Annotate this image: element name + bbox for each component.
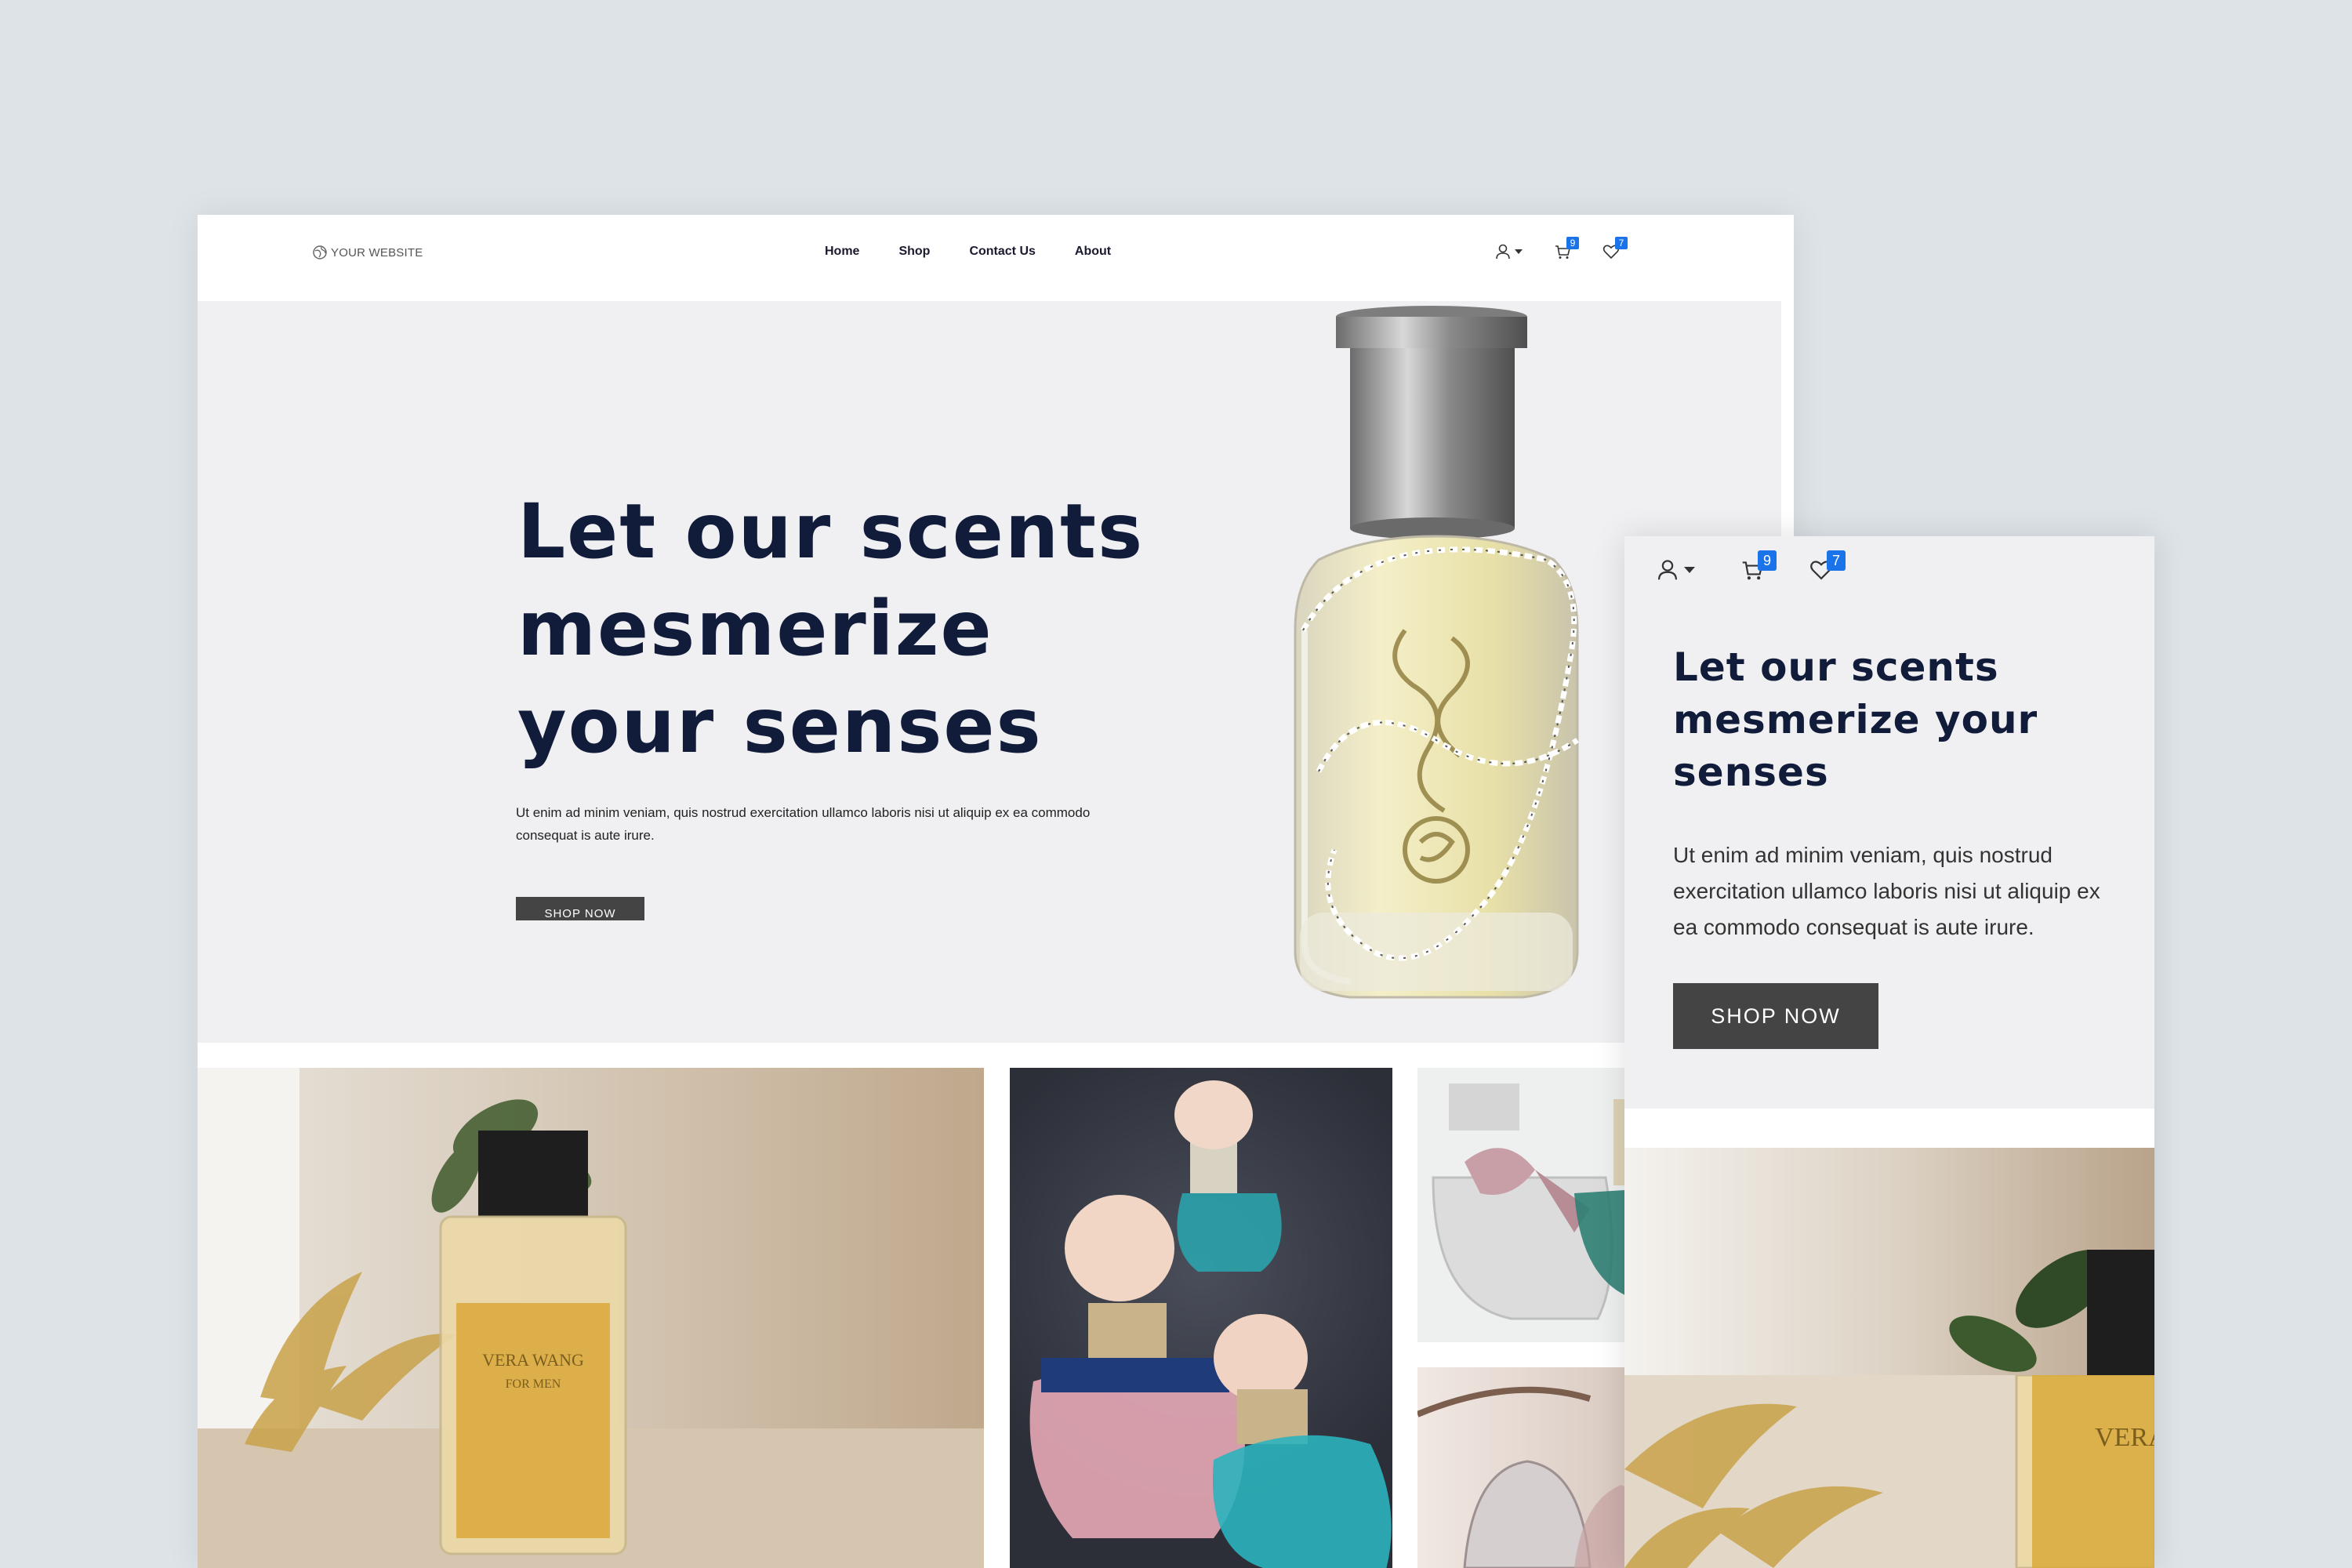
mobile-hero-section: 9 7 Let our scents mesmerize your senses…: [1624, 536, 2154, 1109]
shop-now-button[interactable]: SHOP NOW: [516, 897, 644, 920]
mobile-nav-icons: 9 7: [1656, 550, 1846, 582]
account-dropdown[interactable]: [1494, 243, 1523, 260]
mobile-bottle-label: VERA: [2095, 1423, 2154, 1452]
cart-count-badge: 9: [1566, 237, 1579, 249]
globe-icon: [313, 245, 327, 260]
mobile-vera-wang-illustration: VERA: [1624, 1375, 2154, 1568]
wishlist-count-badge: 7: [1615, 237, 1628, 249]
nav-shop[interactable]: Shop: [898, 245, 930, 259]
mobile-wishlist-button[interactable]: 7: [1809, 550, 1846, 582]
mobile-wishlist-count-badge: 7: [1827, 550, 1846, 571]
navbar: YOUR WEBSITE Home Shop Contact Us About: [198, 215, 1794, 301]
vera-wang-bottle-illustration: VERA WANG FOR MEN: [198, 1068, 984, 1568]
cart-button[interactable]: 9: [1554, 237, 1579, 260]
nav-contact-us[interactable]: Contact Us: [969, 245, 1035, 259]
bottle-label-line1: VERA WANG: [482, 1350, 584, 1370]
gallery-image-pink-blue-bottles[interactable]: [1010, 1068, 1392, 1568]
perfume-bottle-image: [1294, 306, 1579, 999]
mobile-cart-count-badge: 9: [1758, 550, 1777, 571]
hero-description: Ut enim ad minim veniam, quis nostrud ex…: [516, 805, 1091, 843]
nav-about[interactable]: About: [1075, 245, 1111, 259]
hero-section: Let our scents mesmerize your senses Ut …: [198, 301, 1781, 1043]
wishlist-button[interactable]: 7: [1602, 237, 1628, 260]
site-logo[interactable]: YOUR WEBSITE: [312, 245, 423, 260]
mobile-cart-button[interactable]: 9: [1740, 550, 1777, 582]
nav-icons: 9 7: [1494, 237, 1628, 260]
mobile-account-dropdown[interactable]: [1656, 558, 1695, 582]
gallery-image-vera-wang[interactable]: VERA WANG FOR MEN: [198, 1068, 984, 1568]
mobile-gallery-image-top[interactable]: [1624, 1148, 2154, 1375]
mobile-hero-description: Ut enim ad minim veniam, quis nostrud ex…: [1673, 843, 2100, 939]
main-nav: Home Shop Contact Us About: [825, 245, 1111, 259]
mobile-gallery-image-bottom[interactable]: VERA: [1624, 1375, 2154, 1568]
bottle-label-line2: FOR MEN: [506, 1377, 561, 1391]
user-icon: [1496, 244, 1510, 260]
user-icon: [1658, 560, 1677, 580]
chevron-down-icon: [1684, 567, 1695, 573]
logo-text: YOUR WEBSITE: [331, 245, 423, 260]
mobile-shop-now-button[interactable]: SHOP NOW: [1673, 983, 1878, 1049]
mobile-plant-illustration: [1949, 1250, 2154, 1375]
desktop-mockup: YOUR WEBSITE Home Shop Contact Us About: [198, 215, 1794, 1568]
nav-home[interactable]: Home: [825, 245, 859, 259]
chevron-down-icon: [1515, 249, 1523, 254]
hero-title: Let our scents mesmerize your senses: [517, 488, 1145, 770]
mobile-mockup: 9 7 Let our scents mesmerize your senses…: [1624, 536, 2154, 1568]
mobile-hero-title: Let our scents mesmerize your senses: [1673, 644, 2038, 795]
pink-blue-bottles-illustration: [1029, 1080, 1392, 1568]
